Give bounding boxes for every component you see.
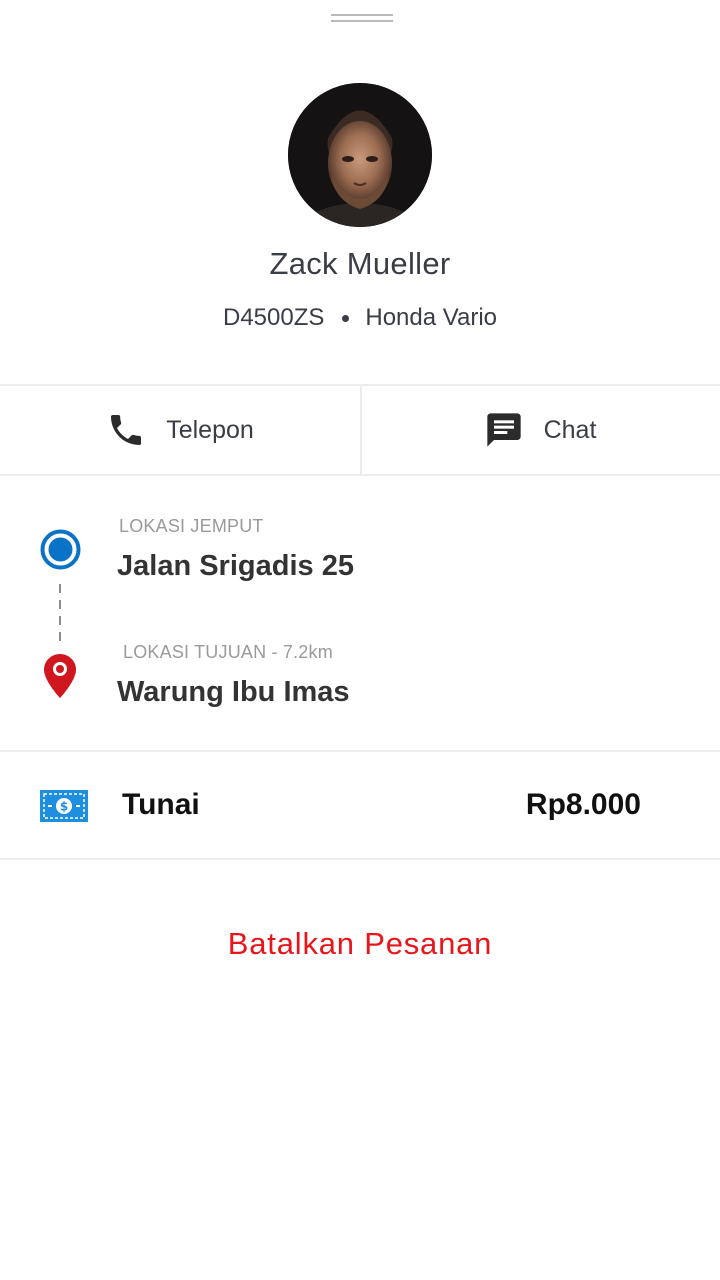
phone-icon <box>111 415 142 445</box>
action-separator <box>360 386 362 474</box>
pickup-address: Jalan Srigadis 25 <box>117 550 354 582</box>
drag-handle[interactable] <box>331 14 393 24</box>
contact-actions: Telepon Chat <box>0 386 720 474</box>
divider <box>0 858 720 860</box>
svg-text:$: $ <box>60 800 68 814</box>
vehicle-model: Honda Vario <box>365 304 498 331</box>
cash-icon: $ <box>40 790 88 822</box>
driver-avatar <box>288 83 432 227</box>
pickup-location-icon <box>40 529 81 570</box>
call-button[interactable]: Telepon <box>0 386 360 474</box>
fare-amount: Rp8.000 <box>525 788 641 821</box>
chat-button[interactable]: Chat <box>360 386 720 474</box>
divider <box>0 474 720 476</box>
divider <box>0 750 720 752</box>
chat-label: Chat <box>543 415 597 444</box>
pickup-label: LOKASI JEMPUT <box>119 516 264 536</box>
separator-dot <box>342 314 350 322</box>
route-connector <box>59 584 61 642</box>
cancel-order-button[interactable]: Batalkan Pesanan <box>0 926 720 962</box>
license-plate: D4500ZS <box>222 304 325 331</box>
call-label: Telepon <box>166 415 254 444</box>
payment-method: Tunai <box>122 788 200 821</box>
destination-address: Warung Ibu Imas <box>117 676 350 708</box>
destination-label: LOKASI TUJUAN - 7.2km <box>123 642 333 662</box>
driver-bottom-sheet: Zack Mueller D4500ZS Honda Vario Telepon… <box>0 0 720 1280</box>
destination-pin-icon <box>44 654 76 698</box>
vehicle-info: D4500ZS Honda Vario <box>0 304 720 332</box>
driver-name: Zack Mueller <box>269 246 451 281</box>
chat-bubble-icon <box>486 413 521 447</box>
